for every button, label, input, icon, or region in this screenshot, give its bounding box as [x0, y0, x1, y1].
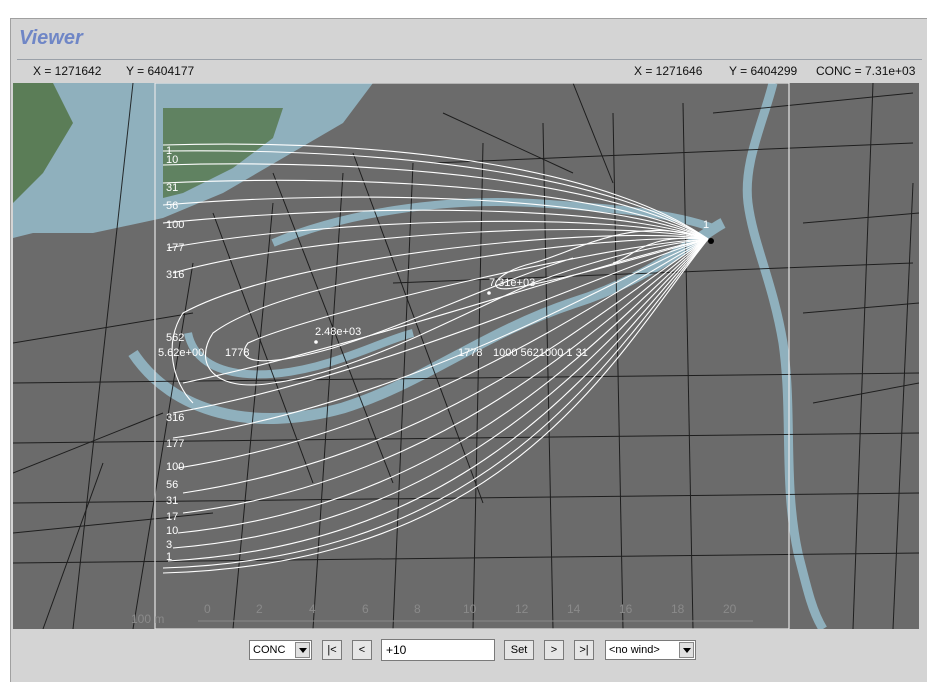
- contour-label-low-316: 316: [166, 412, 184, 424]
- scale-tick: 14: [567, 602, 581, 616]
- cursor-y-right: Y = 6404299: [729, 64, 798, 78]
- variable-select[interactable]: CONC: [249, 640, 312, 660]
- title-divider: [17, 59, 922, 60]
- scale-tick: 20: [723, 602, 737, 616]
- cursor-conc: CONC = 7.31e+03: [816, 64, 916, 78]
- cursor-x-left: X = 1271642: [33, 64, 102, 78]
- last-frame-button[interactable]: >|: [574, 640, 594, 660]
- prev-frame-button[interactable]: <: [352, 640, 372, 660]
- scale-tick: 2: [256, 602, 263, 616]
- map-canvas[interactable]: 1 10 31 56 100 177 316 562 316 177 100 5…: [13, 83, 919, 629]
- scale-tick: 18: [671, 602, 685, 616]
- map-svg: 1 10 31 56 100 177 316 562 316 177 100 5…: [13, 83, 919, 629]
- contour-label-low-3: 3: [166, 539, 172, 551]
- contour-label-low-56: 56: [166, 479, 178, 491]
- contour-label-low-10: 10: [166, 525, 178, 537]
- label-left-axis: 5.62e+00: [158, 347, 204, 359]
- set-button[interactable]: Set: [504, 640, 534, 660]
- variable-select-value: CONC: [253, 644, 286, 656]
- contour-label-top-10: 10: [166, 154, 178, 166]
- contour-label-top-56: 56: [166, 200, 178, 212]
- secondary-point: [314, 340, 318, 344]
- time-input[interactable]: [381, 639, 495, 661]
- wind-select-value: <no wind>: [609, 644, 660, 656]
- label-mid-1778: 1778: [225, 347, 249, 359]
- contour-label-top-316: 316: [166, 269, 184, 281]
- cursor-y-left: Y = 6404177: [126, 64, 195, 78]
- scale-tick: 16: [619, 602, 633, 616]
- chevron-down-icon: [295, 642, 310, 658]
- scale-tick: 10: [463, 602, 477, 616]
- label-source: 1: [703, 219, 709, 231]
- first-frame-button[interactable]: |<: [322, 640, 342, 660]
- scale-unit: 100 m: [131, 612, 164, 626]
- contour-label-low-100: 100: [166, 461, 184, 473]
- river-bend: [184, 329, 415, 379]
- scale-tick: 4: [309, 602, 316, 616]
- next-frame-button[interactable]: >: [544, 640, 564, 660]
- cursor-x-right: X = 1271646: [634, 64, 703, 78]
- scale-tick: 6: [362, 602, 369, 616]
- label-center-cluster: 1000 5621000 1 31: [493, 347, 588, 359]
- wind-select[interactable]: <no wind>: [605, 640, 696, 660]
- contour-label-low-31: 31: [166, 495, 178, 507]
- creek: [742, 83, 827, 629]
- scale-tick: 0: [204, 602, 211, 616]
- chevron-down-icon: [679, 642, 694, 658]
- peak-point: [487, 291, 491, 295]
- scale-bar: 100 m 0 2 4 6 8 10 12 14 16 18 20: [131, 602, 753, 626]
- label-peak: 7.31e+03: [489, 277, 535, 289]
- window-title: Viewer: [19, 27, 83, 49]
- contour-label-top-177: 177: [166, 242, 184, 254]
- contour-label-low-17: 17: [166, 511, 178, 523]
- label-mid-1778b: 1778: [458, 347, 482, 359]
- scale-tick: 12: [515, 602, 529, 616]
- contour-label-low-177: 177: [166, 438, 184, 450]
- scale-tick: 8: [414, 602, 421, 616]
- contour-label-low-1: 1: [166, 551, 172, 563]
- contour-label-top-31: 31: [166, 182, 178, 194]
- contour-label-top-100: 100: [166, 219, 184, 231]
- source-point: [708, 238, 714, 244]
- label-secondary: 2.48e+03: [315, 326, 361, 338]
- contour-label-562: 562: [166, 332, 184, 344]
